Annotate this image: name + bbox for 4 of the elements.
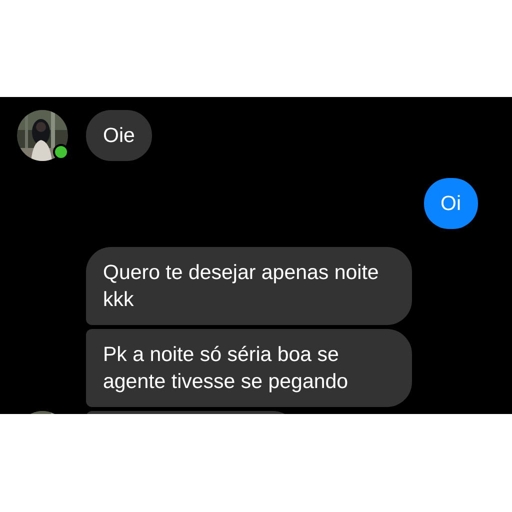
message-bubble[interactable]: Pk a noite só séria boa se agente tivesse se pegando (86, 329, 412, 407)
message-bubble[interactable]: Quero te desejar apenas noite kkk (86, 247, 412, 325)
message-bubble[interactable]: Oi (424, 178, 478, 229)
message-bubble[interactable]: Oie (86, 110, 152, 161)
